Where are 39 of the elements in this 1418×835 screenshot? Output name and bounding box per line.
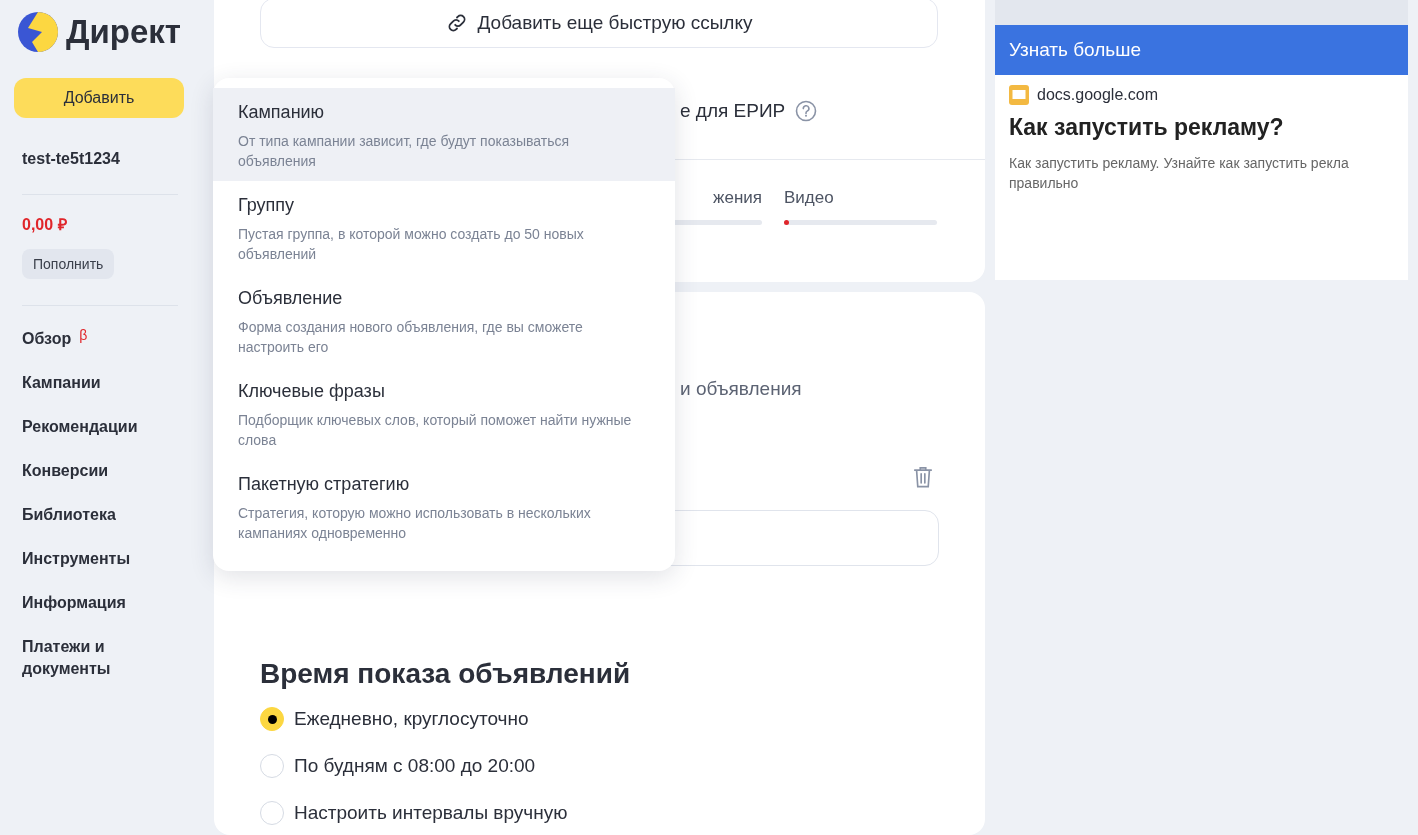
add-quick-link-button[interactable]: Добавить еще быструю ссылку <box>260 0 938 48</box>
top-up-button[interactable]: Пополнить <box>22 249 115 279</box>
account-name: test-te5t1234 <box>22 150 121 168</box>
menu-item[interactable]: Группу Пустая группа, в которой можно создать до 50 новых объявлений <box>213 181 675 274</box>
radio-button[interactable] <box>260 801 284 825</box>
domain-text: docs.google.com <box>1037 86 1158 104</box>
menu-item[interactable]: Ключевые фразы Подборщик ключевых слов, который поможет найти нужные слова <box>213 367 675 460</box>
radio-label[interactable]: Настроить интервалы вручную <box>294 802 568 824</box>
beta-label: β <box>79 328 88 342</box>
help-icon[interactable] <box>795 100 818 122</box>
erir-label: е для ЕРИР <box>680 100 786 122</box>
logo-icon <box>18 12 58 52</box>
nav-link[interactable]: Информация <box>22 592 126 614</box>
nav-link[interactable]: Кампании <box>22 372 101 394</box>
radio-button[interactable] <box>260 707 284 731</box>
nav-link[interactable]: Инструменты <box>22 548 131 570</box>
section-label: и объявления <box>680 378 803 400</box>
nav-link[interactable]: Платежи и документы <box>22 636 152 680</box>
nav-link[interactable]: Обзор <box>22 328 72 350</box>
tab[interactable]: жения <box>713 188 762 208</box>
nav-link[interactable]: Рекомендации <box>22 416 138 438</box>
logo-text: Директ <box>66 13 181 51</box>
menu-item[interactable]: Пакетную стратегию Стратегия, которую можно использовать в нескольких кампаниях одновременно <box>213 460 675 553</box>
menu-item[interactable]: Кампанию От типа кампании зависит, где будут показываться объявления <box>213 88 675 181</box>
add-button[interactable]: Добавить <box>14 78 184 118</box>
radio-label[interactable]: Ежедневно, круглосуточно <box>294 708 529 730</box>
ad-title: Как запустить рекламу? <box>1009 114 1285 141</box>
radio-button[interactable] <box>260 754 284 778</box>
ad-text: Как запустить рекламу. Узнайте как запустить рекла правильно <box>1009 154 1350 193</box>
tab[interactable]: Видео <box>784 188 937 208</box>
section-title: Время показа объявлений <box>260 658 632 690</box>
menu-item[interactable]: Объявление Форма создания нового объявления, где вы сможете настроить его <box>213 274 675 367</box>
nav-link[interactable]: Конверсии <box>22 460 109 482</box>
nav-link[interactable]: Библиотека <box>22 504 116 526</box>
balance-amount: 0,00 ₽ <box>22 215 68 235</box>
radio-label[interactable]: По будням с 08:00 до 20:00 <box>294 755 536 777</box>
document-icon <box>1009 85 1029 105</box>
trash-icon[interactable] <box>912 465 934 490</box>
preview-header: Узнать больше <box>995 25 1408 75</box>
